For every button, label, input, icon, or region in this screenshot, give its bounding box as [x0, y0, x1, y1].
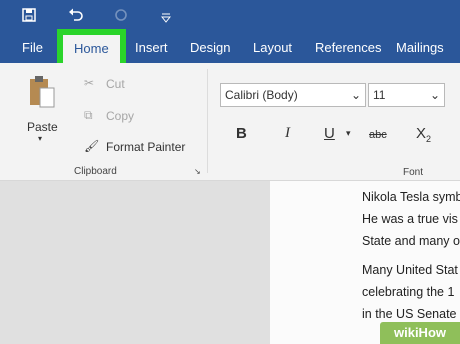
- font-group-label: Font: [403, 167, 424, 178]
- underline-button[interactable]: U: [324, 125, 335, 142]
- group-divider: [207, 69, 208, 173]
- tab-design[interactable]: Design: [190, 33, 230, 63]
- underline-dropdown-icon[interactable]: ▾: [346, 128, 351, 139]
- document-line: He was a true vis: [362, 212, 458, 226]
- document-line: in the US Senate: [362, 307, 457, 321]
- redo-icon: [114, 8, 128, 27]
- cut-button: Cut: [106, 77, 125, 91]
- subscript-button[interactable]: X2: [416, 125, 431, 144]
- font-name-combo[interactable]: Calibri (Body) ⌄: [220, 83, 366, 107]
- format-painter-icon[interactable]: 🖌: [84, 139, 99, 153]
- tab-layout[interactable]: Layout: [253, 33, 292, 63]
- format-painter-button[interactable]: Format Painter: [106, 140, 185, 154]
- font-name-value: Calibri (Body): [225, 88, 298, 102]
- customize-toolbar-icon[interactable]: [160, 10, 172, 28]
- ribbon-home: Paste ▾ ✂ Cut ⧉ Copy 🖌 Format Painter Cl…: [0, 63, 460, 181]
- document-line: celebrating the 1: [362, 285, 455, 299]
- subscript-label: X: [416, 125, 427, 142]
- document-line: Nikola Tesla symb: [362, 190, 460, 204]
- copy-icon: ⧉: [84, 108, 93, 122]
- document-line: Many United Stat: [362, 263, 458, 277]
- save-icon[interactable]: [22, 8, 36, 27]
- paste-button[interactable]: Paste: [27, 120, 58, 134]
- subscript-index: 2: [426, 134, 432, 144]
- paste-icon[interactable]: [28, 75, 56, 114]
- cut-icon: ✂: [84, 76, 95, 90]
- wikihow-watermark: wikiHow: [380, 322, 460, 344]
- tab-file[interactable]: File: [22, 33, 43, 63]
- paste-dropdown-chevron-icon[interactable]: ▾: [38, 134, 42, 143]
- undo-icon[interactable]: [68, 8, 84, 27]
- tab-insert[interactable]: Insert: [135, 33, 168, 63]
- font-size-value: 11: [373, 88, 386, 102]
- chevron-down-icon[interactable]: ⌄: [351, 84, 361, 106]
- font-size-combo[interactable]: 11 ⌄: [368, 83, 445, 107]
- bold-button[interactable]: B: [236, 125, 247, 142]
- copy-button: Copy: [106, 109, 135, 123]
- clipboard-launcher-icon[interactable]: ↘: [194, 167, 201, 176]
- italic-button[interactable]: I: [285, 125, 290, 142]
- strikethrough-button[interactable]: abc: [369, 129, 387, 141]
- document-line: State and many o: [362, 234, 460, 248]
- chevron-down-icon[interactable]: ⌄: [430, 84, 440, 106]
- tab-mailings[interactable]: Mailings: [396, 33, 444, 63]
- document-canvas: Nikola Tesla symb He was a true vis Stat…: [0, 181, 460, 344]
- document-page[interactable]: Nikola Tesla symb He was a true vis Stat…: [270, 181, 460, 344]
- ribbon-tab-bar: File Home Insert Design Layout Reference…: [0, 33, 460, 65]
- quick-access-toolbar: [0, 0, 460, 33]
- tab-references[interactable]: References: [315, 33, 381, 63]
- tab-home[interactable]: Home: [63, 35, 120, 65]
- clipboard-group-label: Clipboard: [74, 166, 117, 177]
